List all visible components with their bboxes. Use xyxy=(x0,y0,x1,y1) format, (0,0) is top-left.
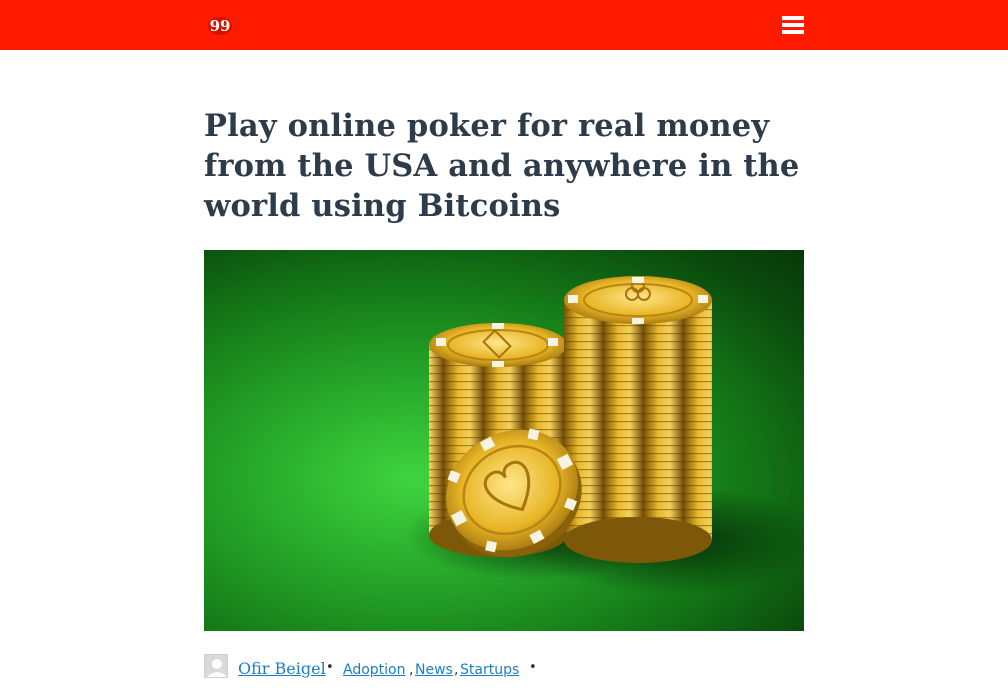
meta-separator: • xyxy=(529,660,537,675)
menu-bar-line xyxy=(782,16,804,20)
logo-text: 99 xyxy=(210,17,231,35)
menu-bar-line xyxy=(782,23,804,27)
chip-stack-right xyxy=(564,300,712,540)
article-meta: Ofir Beigel • Adoption , News , Startups… xyxy=(204,654,804,680)
category-comma: , xyxy=(454,662,459,678)
article-hero-image xyxy=(204,250,804,631)
menu-bar-line xyxy=(782,30,804,34)
site-logo[interactable]: 99 xyxy=(205,12,235,38)
category-comma: , xyxy=(409,662,414,678)
author-avatar[interactable] xyxy=(204,654,228,678)
poker-chips-illustration xyxy=(404,276,804,595)
category-link-startups[interactable]: Startups xyxy=(460,662,519,678)
category-link-adoption[interactable]: Adoption xyxy=(343,662,406,678)
hamburger-menu-icon[interactable] xyxy=(781,14,805,36)
category-link-news[interactable]: News xyxy=(415,662,453,678)
top-nav-bar: 99 xyxy=(0,0,1008,50)
meta-separator: • xyxy=(326,660,334,675)
author-link[interactable]: Ofir Beigel xyxy=(238,659,326,678)
article-title: Play online poker for real money from th… xyxy=(204,108,800,224)
